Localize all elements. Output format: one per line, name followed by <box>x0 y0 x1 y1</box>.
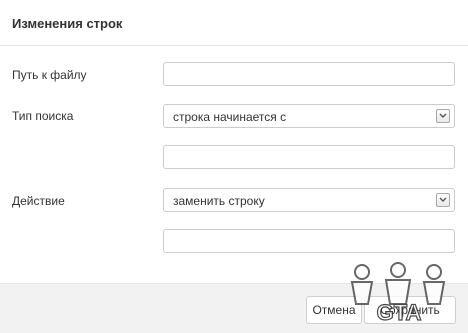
file-path-label: Путь к файлу <box>12 68 87 82</box>
action-label: Действие <box>12 194 65 208</box>
search-value-input[interactable] <box>163 145 455 169</box>
action-selected-value: заменить строку <box>173 194 265 208</box>
file-path-input[interactable] <box>163 62 455 86</box>
chevron-down-icon[interactable] <box>436 193 450 207</box>
watermark-text: GTA <box>377 300 422 325</box>
gta-watermark-logo: GTA <box>350 262 446 326</box>
action-select[interactable]: заменить строку <box>163 188 455 212</box>
dialog-title: Изменения строк <box>12 16 123 31</box>
search-type-select[interactable]: строка начинается с <box>163 104 455 128</box>
search-type-label: Тип поиска <box>12 109 74 123</box>
chevron-down-icon[interactable] <box>436 109 450 123</box>
dialog-header: Изменения строк <box>0 0 468 46</box>
search-type-selected-value: строка начинается с <box>173 110 287 124</box>
edit-lines-dialog: Изменения строк Путь к файлу Тип поиска … <box>0 0 468 333</box>
